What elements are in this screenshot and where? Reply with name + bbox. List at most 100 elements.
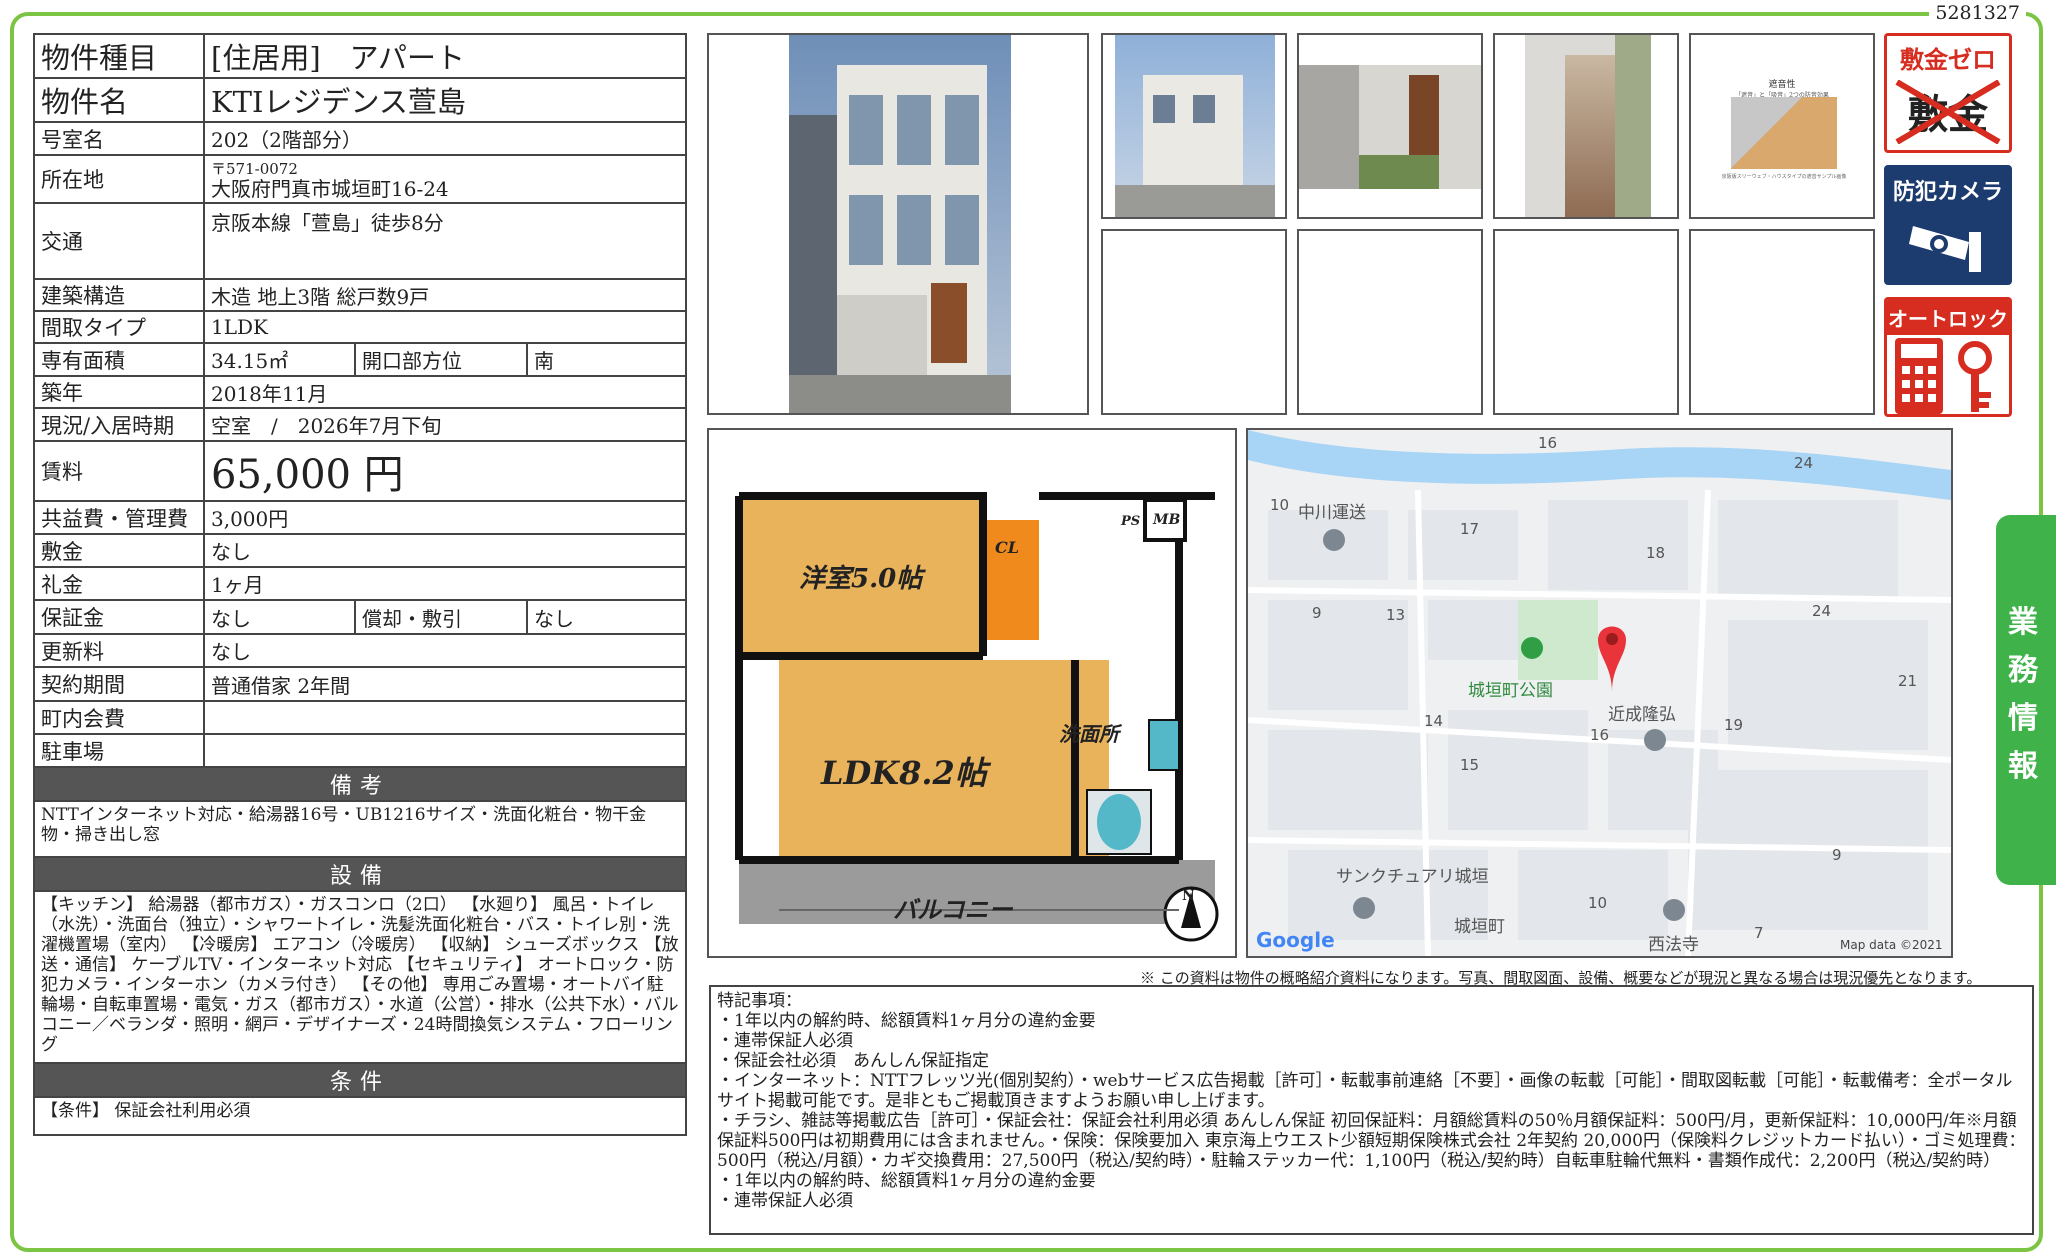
map-number: 17 bbox=[1460, 520, 1480, 538]
security-camera-badge: 防犯カメラ bbox=[1884, 165, 2012, 285]
no-deposit-badge: 敷金ゼロ 敷金 bbox=[1884, 33, 2012, 153]
washroom-label: 洗面所 bbox=[1059, 722, 1119, 746]
map-number: 19 bbox=[1724, 716, 1744, 734]
sidetab-char: 務 bbox=[2008, 653, 2038, 688]
deposit-value: なし bbox=[202, 533, 688, 568]
map-number: 18 bbox=[1646, 544, 1666, 562]
thumbnail-corridor[interactable] bbox=[1493, 33, 1679, 219]
map-number: 16 bbox=[1590, 726, 1610, 744]
type-value: [住居用] アパート bbox=[202, 33, 688, 79]
map-number: 7 bbox=[1754, 924, 1764, 942]
google-logo: Google bbox=[1256, 928, 1335, 952]
balcony-label: バルコニー bbox=[893, 895, 1013, 924]
thumbnail-empty[interactable] bbox=[1297, 229, 1483, 415]
built-value: 2018年11月 bbox=[202, 375, 688, 409]
thumbnail-sound-insulation[interactable]: 遮音性 「遮音」と「吸音」2つの防音効果 京阪版スリーウェブ・ハウスタイプの遮音… bbox=[1689, 33, 1875, 219]
room-value: 202（2階部分） bbox=[202, 121, 688, 156]
map-number: 10 bbox=[1270, 496, 1290, 514]
sidetab-char: 業 bbox=[2008, 605, 2038, 640]
equipment-header: 設備 bbox=[32, 856, 688, 892]
poi-nakagawa-label: 中川運送 bbox=[1298, 503, 1366, 523]
direction-value: 南 bbox=[525, 342, 688, 377]
rent-label: 賃料 bbox=[33, 440, 205, 502]
thumbnail-exterior[interactable] bbox=[1101, 33, 1287, 219]
autolock-badge: オートロック bbox=[1884, 297, 2012, 417]
address-value: 大阪府門真市城垣町16-24 bbox=[211, 177, 449, 201]
thumbnail-empty[interactable] bbox=[1101, 229, 1287, 415]
address-cell: 〒571-0072 大阪府門真市城垣町16-24 bbox=[202, 154, 688, 204]
floor-plan-drawing bbox=[735, 492, 1219, 942]
map-number: 10 bbox=[1588, 894, 1608, 912]
keymoney-label: 礼金 bbox=[33, 566, 205, 601]
north-label: N bbox=[1182, 888, 1195, 904]
structure-value: 木造 地上3階 総戸数9戸 bbox=[202, 278, 688, 312]
special-note-line: ・チラシ、雑誌等掲載広告［許可］・保証会社：保証会社利用必須 あんしん保証 初回… bbox=[717, 1111, 2026, 1171]
room-label: 号室名 bbox=[33, 121, 205, 156]
remarks-text: NTTインターネット対応・給湯器16号・UB1216サイズ・洗面化粧台・物干金物… bbox=[32, 800, 688, 858]
map-number: 24 bbox=[1812, 602, 1832, 620]
area-label: 専有面積 bbox=[33, 342, 205, 377]
type-label: 物件種目 bbox=[33, 33, 205, 79]
security-value: なし bbox=[203, 599, 356, 635]
sidetab-char: 情 bbox=[2008, 701, 2038, 736]
insulation-title: 遮音性 bbox=[1768, 80, 1796, 90]
deposit-label: 敷金 bbox=[33, 533, 205, 568]
parking-label: 駐車場 bbox=[33, 733, 205, 768]
room-western-label: 洋室5.0帖 bbox=[799, 564, 923, 594]
security-camera-label: 防犯カメラ bbox=[1892, 180, 2003, 205]
transport-label: 交通 bbox=[33, 202, 205, 280]
renewal-label: 更新料 bbox=[33, 633, 205, 668]
poi-kinsei-label: 近成隆弘 bbox=[1608, 705, 1676, 725]
fee-label: 共益費・管理費 bbox=[33, 500, 205, 535]
location-map[interactable]: 16 24 10 17 18 9 13 24 21 14 16 19 15 9 … bbox=[1246, 428, 1953, 958]
cross-icon bbox=[1895, 80, 2001, 144]
thumbnail-empty[interactable] bbox=[1689, 229, 1875, 415]
meter-box-label: MB bbox=[1153, 512, 1181, 528]
closet-label: CL bbox=[995, 538, 1019, 557]
parking-value bbox=[202, 733, 688, 768]
map-number: 9 bbox=[1832, 846, 1842, 864]
map-number: 24 bbox=[1794, 454, 1814, 472]
built-label: 築年 bbox=[33, 375, 205, 409]
equipment-text: 【キッチン】 給湯器（都市ガス）・ガスコンロ（2口） 【水廻り】 風呂・トイレ（… bbox=[32, 890, 688, 1064]
map-number: 14 bbox=[1424, 712, 1444, 730]
special-note-line: ・1年以内の解約時、総額賃料1ヶ月分の違約金要 bbox=[717, 1171, 1096, 1191]
structure-label: 建築構造 bbox=[33, 278, 205, 312]
conditions-header: 条件 bbox=[32, 1062, 688, 1098]
town-fee-label: 町内会費 bbox=[33, 700, 205, 735]
business-info-tab[interactable]: 業 務 情 報 bbox=[1996, 515, 2056, 885]
poi-park-label: 城垣町公園 bbox=[1468, 681, 1553, 701]
map-number: 13 bbox=[1386, 606, 1406, 624]
thumbnail-entrance[interactable] bbox=[1297, 33, 1483, 219]
room-ldk-label: LDK8.2帖 bbox=[821, 754, 987, 792]
keypad-icon bbox=[1895, 338, 1992, 414]
no-deposit-label: 敷金ゼロ bbox=[1887, 36, 2009, 75]
map-number: 15 bbox=[1460, 756, 1480, 774]
contract-value: 普通借家 2年間 bbox=[202, 666, 688, 702]
document-id: 5281327 bbox=[1929, 2, 2026, 24]
area-value: 34.15㎡ bbox=[203, 342, 356, 377]
floor-plan[interactable]: 洋室5.0帖 LDK8.2帖 CL PS MB 洗面所 バルコニー N bbox=[707, 428, 1237, 958]
status-value: 空室 / 2026年7月下旬 bbox=[202, 407, 688, 442]
main-building-photo[interactable] bbox=[707, 33, 1089, 415]
postal-code: 〒571-0072 bbox=[211, 160, 298, 178]
special-notes-box: 特記事項： ・1年以内の解約時、総額賃料1ヶ月分の違約金要 ・連帯保証人必須 ・… bbox=[709, 985, 2034, 1235]
map-number: 21 bbox=[1898, 672, 1918, 690]
thumbnail-empty[interactable] bbox=[1493, 229, 1679, 415]
special-note-line: ・保証会社必須 あんしん保証指定 bbox=[717, 1051, 989, 1071]
layout-label: 間取タイプ bbox=[33, 310, 205, 344]
special-note-line: ・連帯保証人必須 bbox=[717, 1031, 853, 1051]
pipe-shaft-label: PS bbox=[1121, 514, 1141, 529]
remarks-header: 備考 bbox=[32, 766, 688, 802]
status-label: 現況/入居時期 bbox=[33, 407, 205, 442]
insulation-caption: 京阪版スリーウェブ・ハウスタイプの遮音サンプル画像 bbox=[1721, 174, 1847, 180]
fee-value: 3,000円 bbox=[202, 500, 688, 535]
map-number: 9 bbox=[1312, 604, 1322, 622]
name-value: KTIレジデンス萱島 bbox=[202, 77, 688, 123]
security-label: 保証金 bbox=[33, 599, 205, 635]
map-attribution: Map data ©2021 bbox=[1840, 938, 1943, 952]
special-note-line: ・インターネット：NTTフレッツ光(個別契約）・webサービス広告掲載［許可］・… bbox=[717, 1071, 2013, 1111]
special-note-line: ・連帯保証人必須 bbox=[717, 1191, 853, 1211]
keymoney-value: 1ヶ月 bbox=[202, 566, 688, 601]
name-label: 物件名 bbox=[33, 77, 205, 123]
